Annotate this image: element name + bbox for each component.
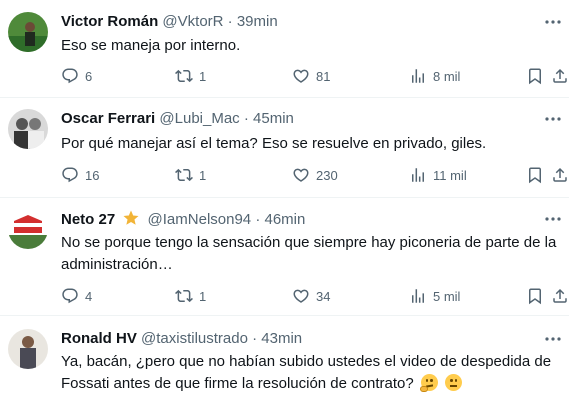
views-button[interactable]: 8 mil (409, 66, 460, 86)
more-icon[interactable] (543, 12, 563, 32)
reply-count: 6 (85, 68, 93, 84)
reply-icon (62, 68, 78, 84)
author-name[interactable]: Victor Román (61, 13, 158, 30)
author-handle[interactable]: @Lubi_Mac (159, 110, 239, 127)
retweet-count: 1 (199, 68, 207, 84)
retweet-count: 1 (199, 167, 207, 183)
avatar[interactable] (8, 329, 48, 369)
bookmark-button[interactable] (526, 165, 544, 185)
avatar[interactable] (8, 12, 48, 52)
retweet-button[interactable]: 1 (175, 165, 206, 185)
neutral-face-icon (445, 373, 463, 391)
avatar[interactable] (8, 209, 48, 249)
heart-icon (293, 168, 309, 182)
share-button[interactable] (551, 165, 569, 185)
bookmark-icon (529, 68, 541, 85)
tweet-text: Ya, bacán, ¿pero que no habían subido us… (61, 351, 566, 394)
like-count: 81 (316, 68, 331, 84)
author-handle[interactable]: @taxistilustrado (141, 330, 248, 347)
more-icon[interactable] (543, 329, 563, 349)
views-icon (412, 168, 424, 182)
timestamp[interactable]: 45min (253, 110, 294, 127)
reply-button[interactable]: 6 (61, 66, 92, 86)
tweet-text-segment: Fossati antes de que firme la resolución… (61, 374, 414, 392)
timestamp[interactable]: 39min (237, 13, 278, 30)
views-count: 8 mil (433, 68, 461, 84)
timestamp[interactable]: 43min (261, 330, 302, 347)
separator: · (227, 13, 233, 30)
reply-button[interactable]: 4 (61, 286, 92, 306)
retweet-button[interactable]: 1 (175, 286, 206, 306)
author-handle[interactable]: @IamNelson94 (148, 211, 252, 228)
tweet-text: No se porque tengo la sensación que siem… (61, 232, 566, 275)
heart-icon (293, 289, 309, 303)
like-count: 34 (316, 288, 331, 304)
reply-icon (62, 167, 78, 183)
tweet-text: Eso se maneja por interno. (61, 37, 241, 54)
avatar[interactable] (8, 109, 48, 149)
like-count: 230 (316, 167, 338, 183)
like-button[interactable]: 34 (292, 286, 330, 306)
reply-count: 16 (85, 167, 100, 183)
tweet-text-line: No se porque tengo la sensación que siem… (61, 234, 557, 251)
tweet-text-line: Ya, bacán, ¿pero que no habían subido us… (61, 353, 552, 370)
bookmark-icon (529, 167, 541, 184)
separator: · (255, 211, 261, 228)
author-name[interactable]: Neto 27 (61, 211, 115, 228)
share-icon (553, 68, 567, 83)
tweet[interactable]: Neto 27 @IamNelson94 · 46min No se porqu… (0, 199, 569, 316)
share-button[interactable] (551, 66, 569, 86)
more-icon[interactable] (543, 109, 563, 129)
views-button[interactable]: 5 mil (409, 286, 460, 306)
views-icon (412, 289, 424, 303)
tweet[interactable]: Ronald HV @taxistilustrado · 43min Ya, b… (0, 317, 569, 402)
views-count: 11 mil (433, 167, 467, 183)
reply-count: 4 (85, 288, 93, 304)
reply-icon (62, 288, 78, 304)
reply-button[interactable]: 16 (61, 165, 99, 185)
thinking-face-icon (419, 373, 438, 392)
bookmark-button[interactable] (526, 286, 544, 306)
retweet-count: 1 (199, 288, 207, 304)
separator: · (252, 330, 258, 347)
timestamp[interactable]: 46min (264, 211, 305, 228)
views-count: 5 mil (433, 288, 461, 304)
views-icon (412, 69, 424, 83)
retweet-icon (175, 168, 193, 182)
share-icon (553, 167, 567, 182)
like-button[interactable]: 230 (292, 165, 338, 185)
views-button[interactable]: 11 mil (409, 165, 467, 185)
tweet[interactable]: Oscar Ferrari @Lubi_Mac · 45min Por qué … (0, 99, 569, 198)
separator: · (243, 110, 249, 127)
tweet-text: Por qué manejar así el tema? Eso se resu… (61, 135, 487, 152)
tweet-text-line: Fossati antes de que firme la resolución… (61, 373, 566, 395)
heart-icon (293, 69, 309, 83)
retweet-icon (175, 69, 193, 83)
bookmark-icon (529, 288, 541, 305)
more-icon[interactable] (543, 209, 563, 229)
author-name[interactable]: Oscar Ferrari (61, 110, 155, 127)
author-name[interactable]: Ronald HV (61, 330, 137, 347)
tweet-text-line: administración… (61, 255, 173, 273)
author-handle[interactable]: @VktorR (162, 13, 223, 30)
share-button[interactable] (551, 286, 569, 306)
retweet-button[interactable]: 1 (175, 66, 206, 86)
like-button[interactable]: 81 (292, 66, 330, 86)
share-icon (553, 288, 567, 303)
retweet-icon (175, 289, 193, 303)
tweet[interactable]: Victor Román @VktorR · 39min Eso se mane… (0, 0, 569, 98)
star-icon (122, 209, 140, 233)
bookmark-button[interactable] (526, 66, 544, 86)
